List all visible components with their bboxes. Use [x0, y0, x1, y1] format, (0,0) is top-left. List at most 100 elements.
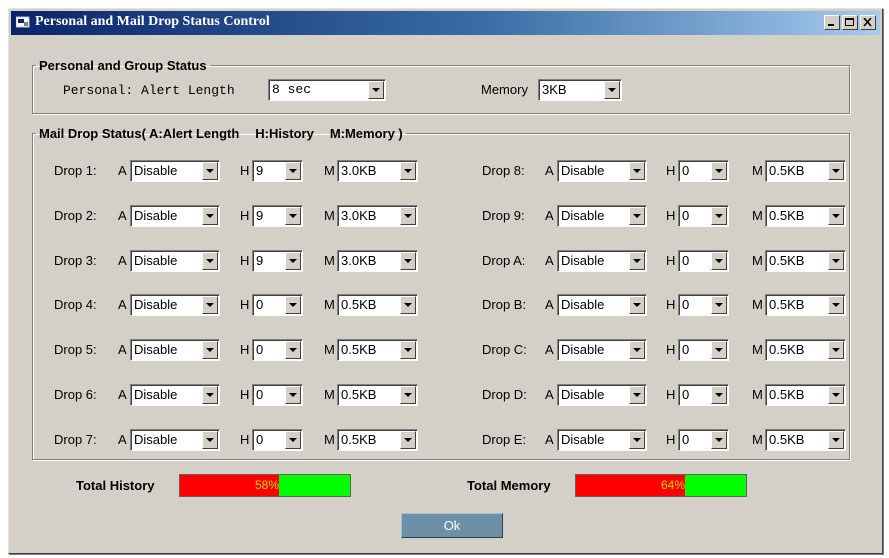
chevron-down-icon[interactable]: [711, 431, 727, 449]
drop-m-label: M: [752, 342, 763, 357]
drop-history-select[interactable]: 9: [252, 250, 303, 272]
drop-history-select[interactable]: 0: [252, 384, 303, 406]
alert-length-select[interactable]: 8 sec: [268, 79, 386, 101]
drop-history-select[interactable]: 0: [678, 205, 729, 227]
drop-memory-select[interactable]: 0.5KB: [337, 294, 418, 316]
drop-history-select[interactable]: 9: [252, 205, 303, 227]
history-percent: 58%: [255, 478, 280, 492]
chevron-down-icon[interactable]: [629, 431, 645, 449]
chevron-down-icon[interactable]: [711, 162, 727, 180]
chevron-down-icon[interactable]: [285, 162, 301, 180]
chevron-down-icon[interactable]: [711, 341, 727, 359]
chevron-down-icon[interactable]: [400, 207, 416, 225]
chevron-down-icon[interactable]: [629, 207, 645, 225]
drop-history-select[interactable]: 0: [252, 339, 303, 361]
drop-alert-select[interactable]: Disable: [557, 384, 647, 406]
drop-alert-select[interactable]: Disable: [130, 429, 220, 451]
chevron-down-icon[interactable]: [400, 162, 416, 180]
drop-memory-select[interactable]: 0.5KB: [765, 294, 846, 316]
chevron-down-icon[interactable]: [629, 296, 645, 314]
chevron-down-icon[interactable]: [629, 386, 645, 404]
drop-memory-select[interactable]: 0.5KB: [765, 160, 846, 182]
close-button[interactable]: [860, 15, 876, 30]
drop-history-select[interactable]: 0: [678, 294, 729, 316]
chevron-down-icon[interactable]: [828, 431, 844, 449]
drop-alert-select[interactable]: Disable: [130, 250, 220, 272]
drop-alert-select[interactable]: Disable: [557, 205, 647, 227]
ok-button[interactable]: Ok: [401, 513, 503, 538]
drop-memory-select[interactable]: 0.5KB: [337, 384, 418, 406]
chevron-down-icon[interactable]: [400, 296, 416, 314]
chevron-down-icon[interactable]: [285, 252, 301, 270]
drop-alert-select[interactable]: Disable: [557, 429, 647, 451]
chevron-down-icon[interactable]: [368, 81, 384, 99]
maximize-button[interactable]: [842, 15, 858, 30]
chevron-down-icon[interactable]: [202, 431, 218, 449]
drop-alert-select[interactable]: Disable: [557, 294, 647, 316]
chevron-down-icon[interactable]: [202, 207, 218, 225]
minimize-button[interactable]: [824, 15, 840, 30]
drop-history-select[interactable]: 9: [252, 160, 303, 182]
chevron-down-icon[interactable]: [400, 252, 416, 270]
drop-m-label: M: [324, 297, 335, 312]
drop-history-select[interactable]: 0: [678, 250, 729, 272]
drop-memory-value: 0.5KB: [769, 297, 805, 312]
drop-history-select[interactable]: 0: [678, 339, 729, 361]
chevron-down-icon[interactable]: [828, 252, 844, 270]
drop-alert-select[interactable]: Disable: [130, 160, 220, 182]
chevron-down-icon[interactable]: [202, 252, 218, 270]
chevron-down-icon[interactable]: [629, 341, 645, 359]
chevron-down-icon[interactable]: [828, 162, 844, 180]
chevron-down-icon[interactable]: [400, 386, 416, 404]
chevron-down-icon[interactable]: [828, 341, 844, 359]
drop-memory-select[interactable]: 3.0KB: [337, 205, 418, 227]
chevron-down-icon[interactable]: [828, 296, 844, 314]
drop-alert-select[interactable]: Disable: [130, 339, 220, 361]
drop-history-select[interactable]: 0: [252, 429, 303, 451]
drop-memory-select[interactable]: 0.5KB: [337, 429, 418, 451]
chevron-down-icon[interactable]: [828, 386, 844, 404]
drop-memory-select[interactable]: 3.0KB: [337, 250, 418, 272]
chevron-down-icon[interactable]: [202, 386, 218, 404]
drop-memory-select[interactable]: 0.5KB: [765, 339, 846, 361]
drop-label: Drop 9:: [482, 208, 525, 223]
chevron-down-icon[interactable]: [285, 386, 301, 404]
drop-alert-select[interactable]: Disable: [557, 160, 647, 182]
chevron-down-icon[interactable]: [202, 341, 218, 359]
chevron-down-icon[interactable]: [711, 252, 727, 270]
drop-memory-select[interactable]: 0.5KB: [765, 384, 846, 406]
chevron-down-icon[interactable]: [828, 207, 844, 225]
drop-label: Drop 5:: [54, 342, 97, 357]
memory-select[interactable]: 3KB: [538, 79, 622, 101]
chevron-down-icon[interactable]: [629, 252, 645, 270]
drop-history-select[interactable]: 0: [678, 429, 729, 451]
drop-memory-select[interactable]: 0.5KB: [765, 250, 846, 272]
chevron-down-icon[interactable]: [400, 341, 416, 359]
chevron-down-icon[interactable]: [202, 296, 218, 314]
chevron-down-icon[interactable]: [711, 386, 727, 404]
chevron-down-icon[interactable]: [285, 207, 301, 225]
title-bar[interactable]: Personal and Mail Drop Status Control: [11, 11, 880, 35]
chevron-down-icon[interactable]: [285, 296, 301, 314]
drop-alert-select[interactable]: Disable: [130, 294, 220, 316]
drop-history-select[interactable]: 0: [252, 294, 303, 316]
drop-memory-select[interactable]: 3.0KB: [337, 160, 418, 182]
chevron-down-icon[interactable]: [711, 207, 727, 225]
chevron-down-icon[interactable]: [400, 431, 416, 449]
chevron-down-icon[interactable]: [604, 81, 620, 99]
chevron-down-icon[interactable]: [711, 296, 727, 314]
chevron-down-icon[interactable]: [285, 431, 301, 449]
drop-history-select[interactable]: 0: [678, 384, 729, 406]
drop-history-select[interactable]: 0: [678, 160, 729, 182]
chevron-down-icon[interactable]: [285, 341, 301, 359]
drop-memory-select[interactable]: 0.5KB: [765, 205, 846, 227]
drop-memory-select[interactable]: 0.5KB: [765, 429, 846, 451]
drop-alert-select[interactable]: Disable: [557, 339, 647, 361]
drop-memory-select[interactable]: 0.5KB: [337, 339, 418, 361]
drop-alert-select[interactable]: Disable: [130, 384, 220, 406]
chevron-down-icon[interactable]: [202, 162, 218, 180]
drop-history-value: 0: [682, 253, 690, 268]
chevron-down-icon[interactable]: [629, 162, 645, 180]
drop-alert-select[interactable]: Disable: [557, 250, 647, 272]
drop-alert-select[interactable]: Disable: [130, 205, 220, 227]
